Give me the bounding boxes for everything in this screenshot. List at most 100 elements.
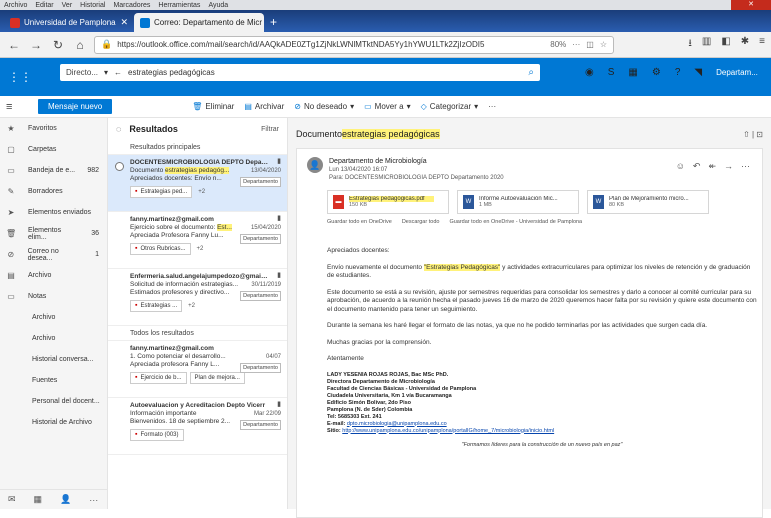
attachment-chip[interactable]: ▪ Ejercicio de b... [130, 372, 187, 384]
menu-item[interactable]: Marcadores [113, 2, 150, 9]
delete-button[interactable]: 🗑 Eliminar [192, 102, 234, 111]
web-link[interactable]: http://www.unipamplona.edu.co/unipamplon… [342, 428, 554, 434]
account-name[interactable]: Departam... [716, 68, 758, 77]
close-tab-icon[interactable]: ✕ [120, 17, 128, 28]
more-attachments[interactable]: +2 [198, 189, 205, 195]
extension-icon[interactable]: ✱ [741, 36, 749, 53]
sidebar-item-folders[interactable]: ▢ Carpetas [0, 139, 107, 160]
pin-icon[interactable]: ▮ [277, 158, 281, 166]
sender-name[interactable]: Departamento de Microbiología [329, 157, 504, 166]
list-item[interactable]: fanny.martinez@gmail.com Ejercicio sobre… [108, 212, 287, 269]
browser-menu-icon[interactable]: ≡ [759, 36, 765, 53]
attachment-chip[interactable]: Plan de mejora... [189, 372, 245, 384]
home-icon[interactable]: ⌂ [72, 37, 88, 53]
email-link[interactable]: dpto.microbiologia@unipamplona.edu.co [347, 421, 447, 427]
attachment-chip[interactable]: ▪ Estrategias ped... [130, 186, 193, 198]
reply-all-icon[interactable]: ↞ [708, 161, 716, 172]
zoom-level[interactable]: 80% [550, 40, 566, 49]
sidebar-item-sent[interactable]: ➤ Elementos enviados [0, 202, 107, 223]
search-input[interactable]: estrategias pedagógicas [128, 68, 215, 77]
attachment-chip[interactable]: ▪ Estrategias ... [130, 300, 183, 312]
browser-tab-active[interactable]: Correo: Departamento de Micr ✕ [134, 13, 264, 32]
sidebar-subfolder[interactable]: Historial conversa... [0, 349, 107, 370]
more-apps-icon[interactable]: ··· [89, 495, 98, 505]
reading-pane-actions[interactable]: ⇧ | ⊡ [743, 130, 763, 139]
sidebar-item-deleted[interactable]: 🗑 Elementos elim... 36 [0, 223, 107, 244]
menu-item[interactable]: Archivo [4, 2, 27, 9]
list-item[interactable]: fanny.martinez@gmail.com 1. Como potenci… [108, 341, 287, 398]
pin-icon[interactable]: ▮ [277, 272, 281, 280]
categorize-button[interactable]: ◇ Categorizar ▾ [421, 102, 479, 111]
sidebar-item-favorites[interactable]: ★ Favoritos [0, 118, 107, 139]
attachment-card[interactable]: ▬ Estrategias pedagógicas.pdf 150 KB [327, 190, 449, 214]
window-close-button[interactable]: ✕ [731, 0, 771, 10]
page-actions-icon[interactable]: ··· [572, 40, 580, 49]
announcement-icon[interactable]: ◥ [694, 67, 702, 78]
back-arrow-icon[interactable]: ← [114, 68, 122, 77]
sidebar-subfolder[interactable]: Fuentes [0, 370, 107, 391]
sidebar-item-inbox[interactable]: ▭ Bandeja de e... 982 [0, 160, 107, 181]
downloads-icon[interactable]: ⭳ [688, 36, 692, 53]
sidebar-subfolder[interactable]: Personal del docent... [0, 391, 107, 412]
menu-item[interactable]: Herramientas [158, 2, 200, 9]
menu-item[interactable]: Historial [80, 2, 105, 9]
bookmark-star-icon[interactable]: ☆ [600, 40, 607, 49]
sidebar-subfolder[interactable]: Archivo [0, 307, 107, 328]
save-onedrive-upamplona-link[interactable]: Guardar todo en OneDrive - Universidad d… [449, 219, 582, 225]
save-to-onedrive-link[interactable]: Guardar todo en OneDrive [327, 219, 392, 225]
mail-icon[interactable]: ✉ [8, 494, 16, 505]
pin-icon[interactable]: ▮ [277, 215, 281, 223]
select-radio[interactable] [115, 162, 124, 171]
new-message-button[interactable]: Mensaje nuevo [38, 99, 113, 114]
pin-icon[interactable]: ▮ [277, 401, 281, 409]
calendar-icon[interactable]: ▦ [628, 67, 637, 78]
search-scope-dropdown[interactable]: Directo... [66, 68, 98, 77]
select-all-icon[interactable]: ◌ [116, 124, 121, 134]
sidebar-subfolder[interactable]: Archivo [0, 328, 107, 349]
reload-icon[interactable]: ↻ [50, 37, 66, 53]
sidebar-item-junk[interactable]: ⊘ Correo no desea... 1 [0, 244, 107, 265]
forward-icon[interactable]: → [724, 161, 733, 172]
download-all-link[interactable]: Descargar todo [402, 219, 440, 225]
attachment-chip[interactable]: ▪ Formato (003) [130, 429, 184, 441]
app-launcher-icon[interactable]: ⋮⋮ [8, 70, 32, 84]
library-icon[interactable]: ▥ [702, 36, 711, 53]
menu-item[interactable]: Editar [35, 2, 53, 9]
skype-icon[interactable]: S [608, 67, 615, 78]
pocket-icon[interactable]: ◫ [586, 40, 594, 49]
more-options-icon[interactable]: ··· [741, 161, 750, 172]
hamburger-menu-icon[interactable]: ≡ [6, 101, 28, 113]
search-icon[interactable]: ⌕ [528, 67, 534, 78]
sidebar-item-notes[interactable]: ▭ Notas [0, 286, 107, 307]
more-attachments[interactable]: +2 [197, 246, 204, 252]
junk-button[interactable]: ⊘ No deseado ▾ [294, 102, 354, 111]
sidebar-subfolder[interactable]: Historial de Archivo [0, 412, 107, 433]
emoji-icon[interactable]: ☺ [676, 161, 685, 172]
new-tab-button[interactable]: + [264, 15, 283, 32]
sidebar-toggle-icon[interactable]: ◧ [721, 36, 730, 53]
attachment-chip[interactable]: ▪ Otros Rubricas... [130, 243, 191, 255]
address-bar[interactable]: 🔒 https://outlook.office.com/mail/search… [94, 35, 614, 54]
browser-tab[interactable]: Universidad de Pamplona ✕ [4, 13, 134, 32]
move-to-button[interactable]: ▭ Mover a ▾ [364, 102, 410, 111]
menu-item[interactable]: Ayuda [208, 2, 228, 9]
sidebar-item-drafts[interactable]: ✎ Borradores [0, 181, 107, 202]
people-icon[interactable]: 👤 [60, 494, 71, 505]
back-icon[interactable]: ← [6, 37, 22, 53]
list-item[interactable]: Autoevaluacion y Acreditacion Depto Vice… [108, 398, 287, 455]
reply-icon[interactable]: ↶ [693, 161, 701, 172]
attachment-card[interactable]: W Informe Autoevaluación Mic... 1 MB [457, 190, 579, 214]
settings-gear-icon[interactable]: ⚙ [652, 67, 661, 78]
teams-icon[interactable]: ◉ [585, 67, 594, 78]
attachment-card[interactable]: W Plan de Mejoramiento micro... 80 KB [587, 190, 709, 214]
forward-icon[interactable]: → [28, 37, 44, 53]
calendar-icon[interactable]: ▦ [34, 494, 43, 505]
more-attachments[interactable]: +2 [188, 303, 195, 309]
list-item[interactable]: DOCENTESMICROBIOLOGIA DEPTO Departamento… [108, 155, 287, 212]
more-actions-button[interactable]: ··· [488, 102, 496, 111]
sidebar-item-archive[interactable]: ▤ Archivo [0, 265, 107, 286]
archive-button[interactable]: ▤ Archivar [244, 102, 284, 111]
search-box[interactable]: Directo... ▾ ← estrategias pedagógicas ⌕ [60, 64, 540, 81]
help-icon[interactable]: ? [675, 67, 681, 78]
list-item[interactable]: Enfermeria.salud.angelajumpedozo@gmail.c… [108, 269, 287, 326]
